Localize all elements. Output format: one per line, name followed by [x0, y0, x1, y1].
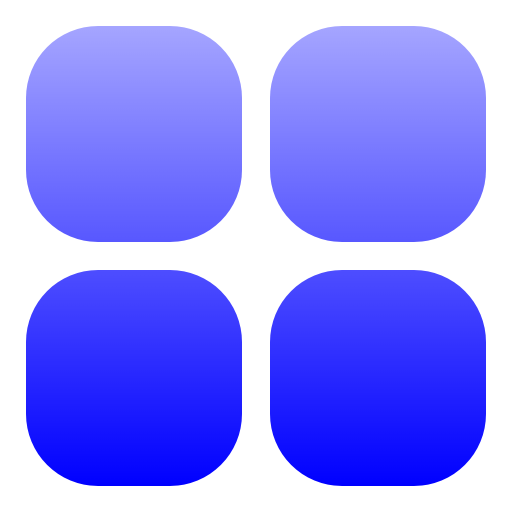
tile-bottom-right: [270, 270, 486, 486]
tile-bottom-left: [26, 270, 242, 486]
grid-four-tiles-icon: [26, 26, 486, 486]
icon-canvas: [0, 0, 512, 512]
tile-top-left: [26, 26, 242, 242]
tiles-group: [26, 26, 486, 486]
tile-top-right: [270, 26, 486, 242]
